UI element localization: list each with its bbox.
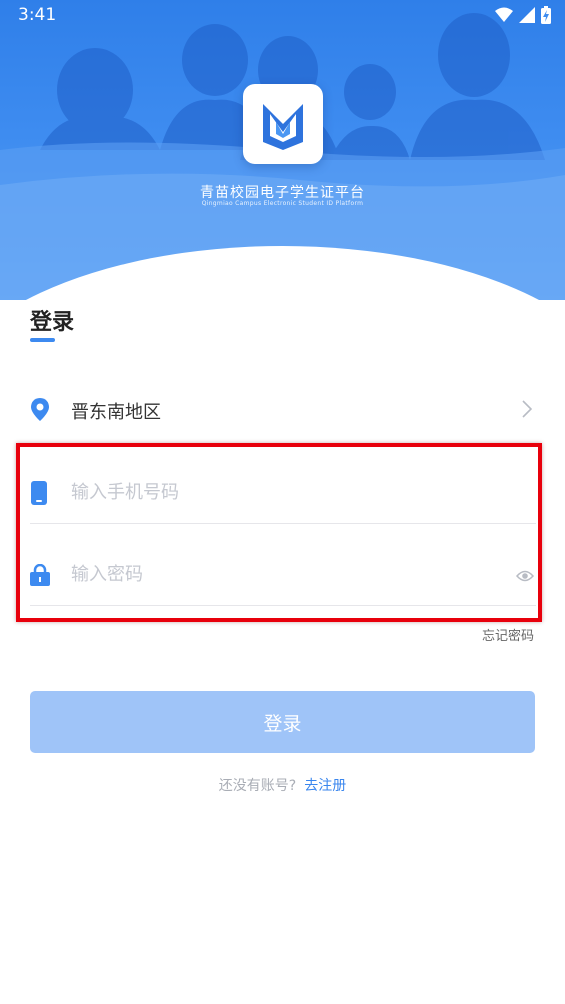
lock-icon [30,563,50,590]
forgot-password-link[interactable]: 忘记密码 [482,625,534,644]
wifi-icon [495,7,513,22]
no-account-text: 还没有账号? [218,778,297,794]
region-selector[interactable]: 晋东南地区 [30,390,536,430]
status-bar: 3:41 [0,0,565,32]
login-button[interactable]: 登录 [30,691,535,753]
app-title: 青苗校园电子学生证平台 [200,185,365,201]
login-heading: 登录 [30,310,75,335]
battery-icon [541,6,551,24]
heading-underline [30,338,55,342]
password-field-row [30,547,536,606]
app-subtitle: Qingmiao Campus Electronic Student ID Pl… [201,200,364,207]
location-pin-icon [30,398,50,426]
qingmiao-logo-icon [263,104,303,150]
hero-banner: 3:41 青苗校园电子学生证平台 Qingmiao Campus Electro… [0,0,565,300]
register-prompt: 还没有账号? 去注册 [0,775,565,795]
phone-field-row [30,465,536,524]
qingmiao-logo [243,84,323,164]
phone-icon [30,481,48,509]
region-label: 晋东南地区 [71,402,161,423]
password-input[interactable] [71,559,491,589]
status-time: 3:41 [18,5,57,25]
chevron-right-icon [522,400,533,422]
cell-signal-icon [519,7,535,23]
status-icons [495,6,551,24]
phone-input[interactable] [71,477,491,507]
eye-icon[interactable] [515,567,535,586]
register-link[interactable]: 去注册 [304,778,346,794]
